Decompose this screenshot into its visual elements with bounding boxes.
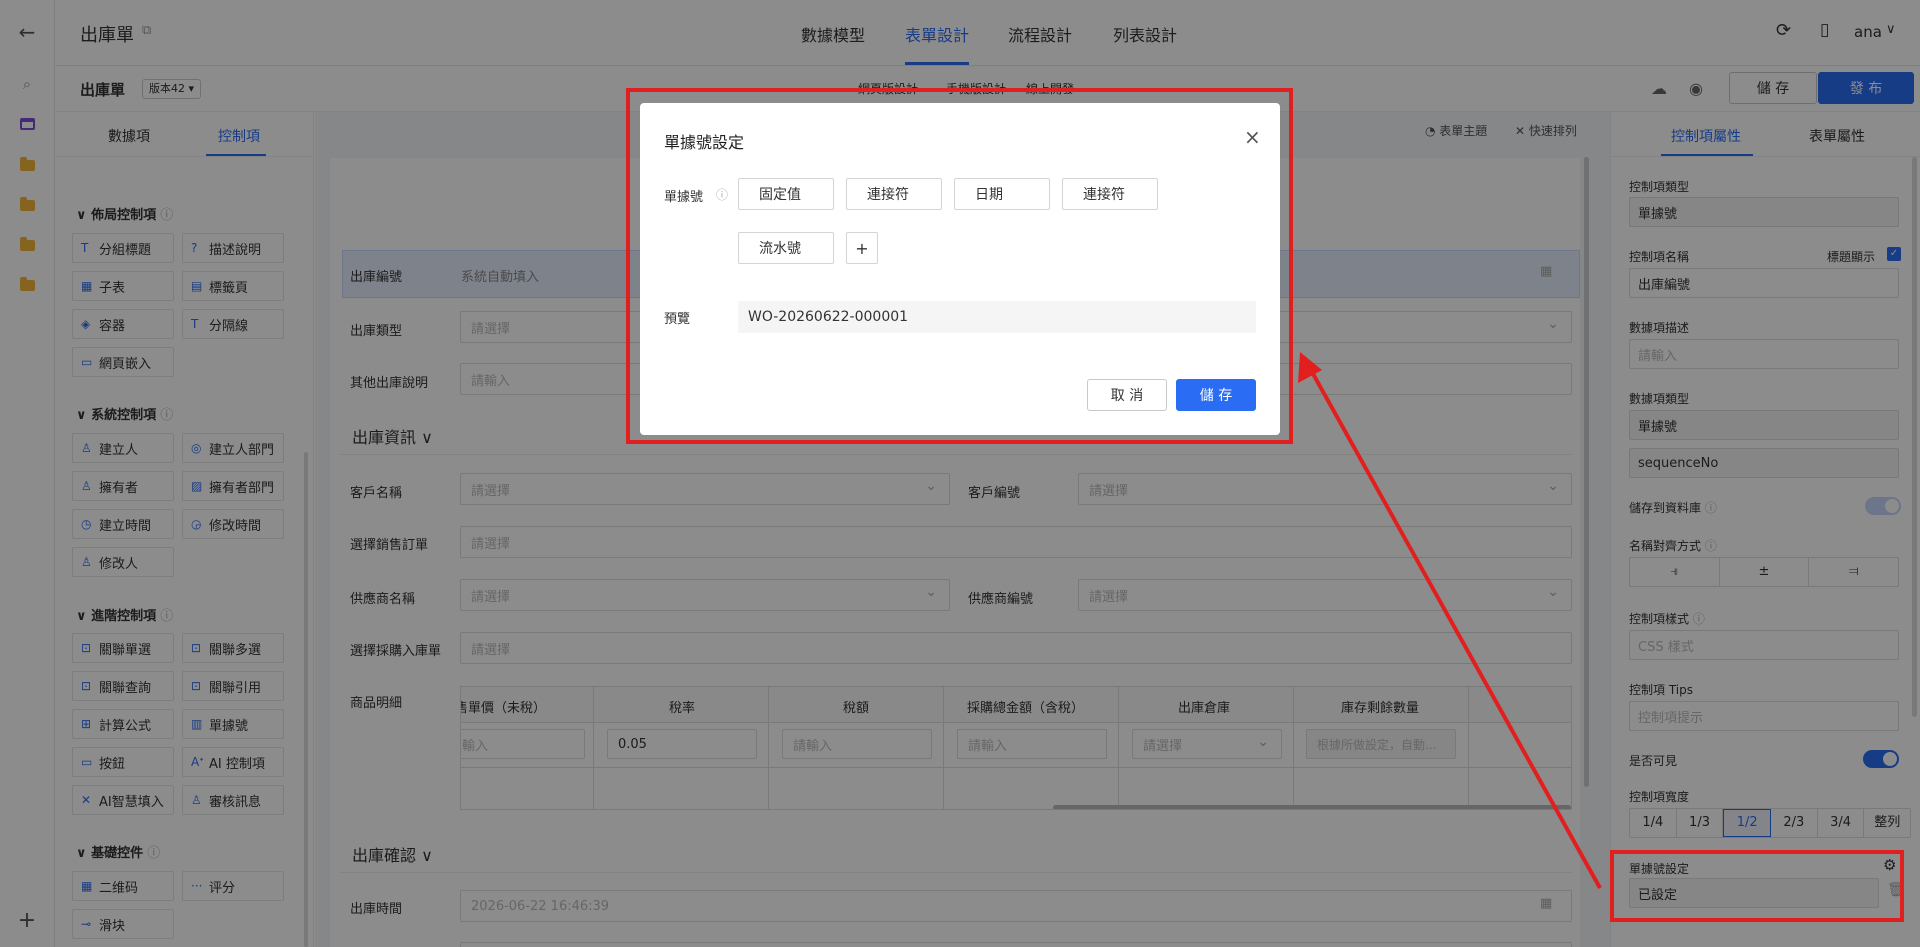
- arrow-head: [1298, 352, 1322, 383]
- arrow-line: [1310, 371, 1602, 889]
- annotation-arrow: [1298, 352, 1602, 889]
